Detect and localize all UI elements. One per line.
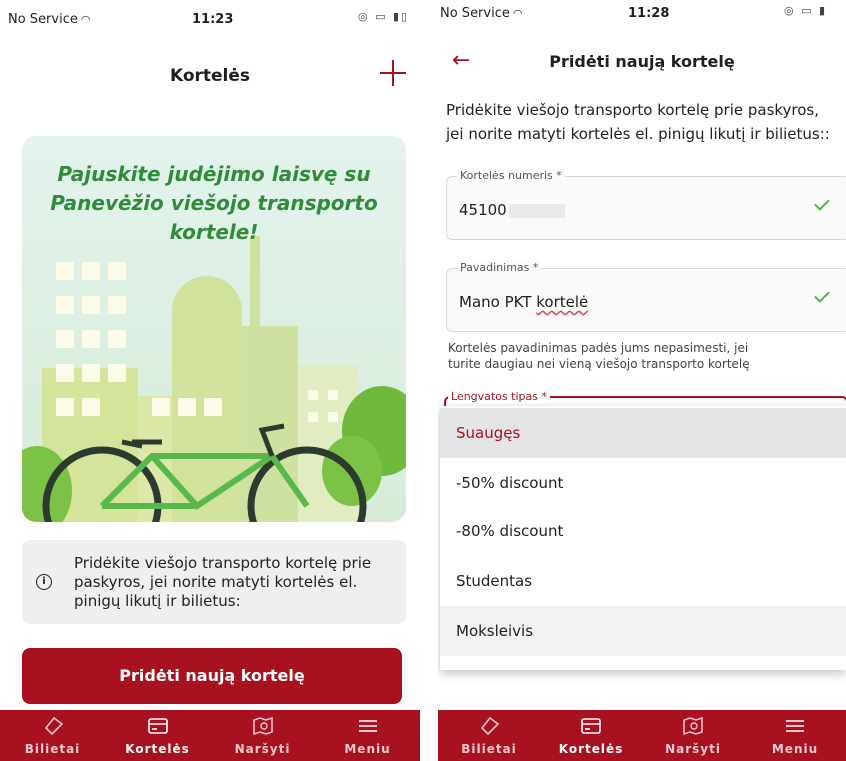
card-icon: [147, 718, 168, 734]
info-icon: i: [36, 574, 52, 590]
window-shape: [108, 262, 126, 280]
intro-text: Pridėkite viešojo transporto kortelę pri…: [446, 101, 830, 143]
wifi-icon: ◠: [512, 7, 523, 20]
status-bar: No Service ◠ 11:28 ◎ ▭ ▮: [438, 0, 846, 36]
card-name-label: Pavadinimas *: [457, 261, 542, 274]
cards-screen: No Service ◠ 11:23 ◎ ▭ ▮▯ Kortelės Pajusk…: [0, 0, 420, 761]
ticket-icon: [480, 716, 500, 736]
discount-type-label: Lengvatos tipas *: [448, 390, 550, 403]
carrier-label: No Service ◠: [440, 6, 523, 21]
status-time: 11:23: [192, 12, 234, 27]
bottom-tab-bar: Bilietai Kortelės Naršyti Meniu: [0, 710, 420, 761]
window-shape: [82, 330, 100, 348]
card-number-field[interactable]: Kortelės numeris * 45100: [446, 169, 846, 240]
tab-meniu[interactable]: Meniu: [315, 710, 420, 761]
bottom-tab-bar: Bilietai Kortelės Naršyti Meniu: [438, 710, 846, 761]
card-number-label: Kortelės numeris *: [457, 169, 565, 182]
menu-icon: [358, 720, 377, 732]
carrier-label: No Service ◠: [8, 12, 91, 27]
hero-illustration: Pajuskite judėjimo laisvę su Panevėžio v…: [22, 136, 406, 522]
window-shape: [56, 330, 74, 348]
window-shape: [56, 398, 74, 416]
tab-korteles[interactable]: Kortelės: [540, 710, 642, 761]
status-time: 11:28: [628, 6, 670, 21]
tab-bilietai[interactable]: Bilietai: [0, 710, 105, 761]
window-shape: [56, 364, 74, 382]
window-shape: [82, 398, 100, 416]
add-card-screen: No Service ◠ 11:28 ◎ ▭ ▮ ← Pridėti naują …: [438, 0, 846, 761]
add-card-plus-button[interactable]: [376, 56, 410, 90]
tab-meniu[interactable]: Meniu: [744, 710, 846, 761]
page-title: Pridėti naują kortelę: [549, 52, 735, 71]
page-title: Kortelės: [169, 66, 251, 86]
window-shape: [108, 364, 126, 382]
dropdown-option-80-discount[interactable]: -80% discount: [440, 506, 846, 556]
window-shape: [82, 364, 100, 382]
battery-icon: ◎ ▭ ▮: [784, 4, 828, 17]
info-text: Pridėkite viešojo transporto kortelę pri…: [74, 554, 372, 610]
status-bar: No Service ◠ 11:23 ◎ ▭ ▮▯: [0, 0, 420, 36]
tower-shape: [250, 236, 260, 326]
tab-korteles[interactable]: Kortelės: [105, 710, 210, 761]
menu-icon: [786, 720, 804, 732]
valid-check-icon: [814, 287, 830, 303]
wifi-icon: ◠: [80, 13, 91, 26]
window-shape: [152, 398, 170, 416]
card-name-helper-text: Kortelės pavadinimas padės jums nepasime…: [448, 341, 750, 371]
dropdown-option-moksleivis[interactable]: Moksleivis: [440, 606, 846, 656]
card-name-value: Mano PKT kortelė: [459, 293, 589, 311]
window-shape: [204, 398, 222, 416]
dropdown-option-50-discount[interactable]: -50% discount: [440, 458, 846, 508]
ticket-icon: [44, 716, 63, 736]
hero-slogan: Pajuskite judėjimo laisvę su Panevėžio v…: [50, 162, 378, 244]
redacted-digits: [508, 203, 565, 218]
valid-check-icon: [814, 195, 830, 211]
window-shape: [178, 398, 196, 416]
bicycle-illustration: [42, 423, 367, 522]
dropdown-option-studentas[interactable]: Studentas: [440, 556, 846, 606]
tab-bilietai[interactable]: Bilietai: [438, 710, 540, 761]
info-box: i Pridėkite viešojo transporto kortelę p…: [22, 540, 406, 624]
window-shape: [108, 330, 126, 348]
window-shape: [56, 296, 74, 314]
window-shape: [108, 296, 126, 314]
window-shape: [328, 390, 338, 400]
dropdown-option-suauges[interactable]: Suaugęs: [440, 408, 846, 458]
card-name-field[interactable]: Pavadinimas * Mano PKT kortelė: [446, 261, 846, 332]
add-new-card-button[interactable]: Pridėti naują kortelę: [22, 648, 402, 704]
tab-narsyti[interactable]: Naršyti: [210, 710, 315, 761]
window-shape: [82, 296, 100, 314]
window-shape: [82, 262, 100, 280]
battery-icon: ◎ ▭ ▮▯: [358, 10, 410, 23]
tab-narsyti[interactable]: Naršyti: [642, 710, 744, 761]
window-shape: [56, 262, 74, 280]
window-shape: [308, 390, 318, 400]
map-search-icon: [683, 716, 703, 736]
discount-dropdown-menu: Suaugęs -50% discount -80% discount Stud…: [440, 406, 846, 670]
card-number-value: 45100: [459, 201, 565, 219]
card-icon: [581, 718, 601, 734]
map-search-icon: [252, 716, 273, 736]
